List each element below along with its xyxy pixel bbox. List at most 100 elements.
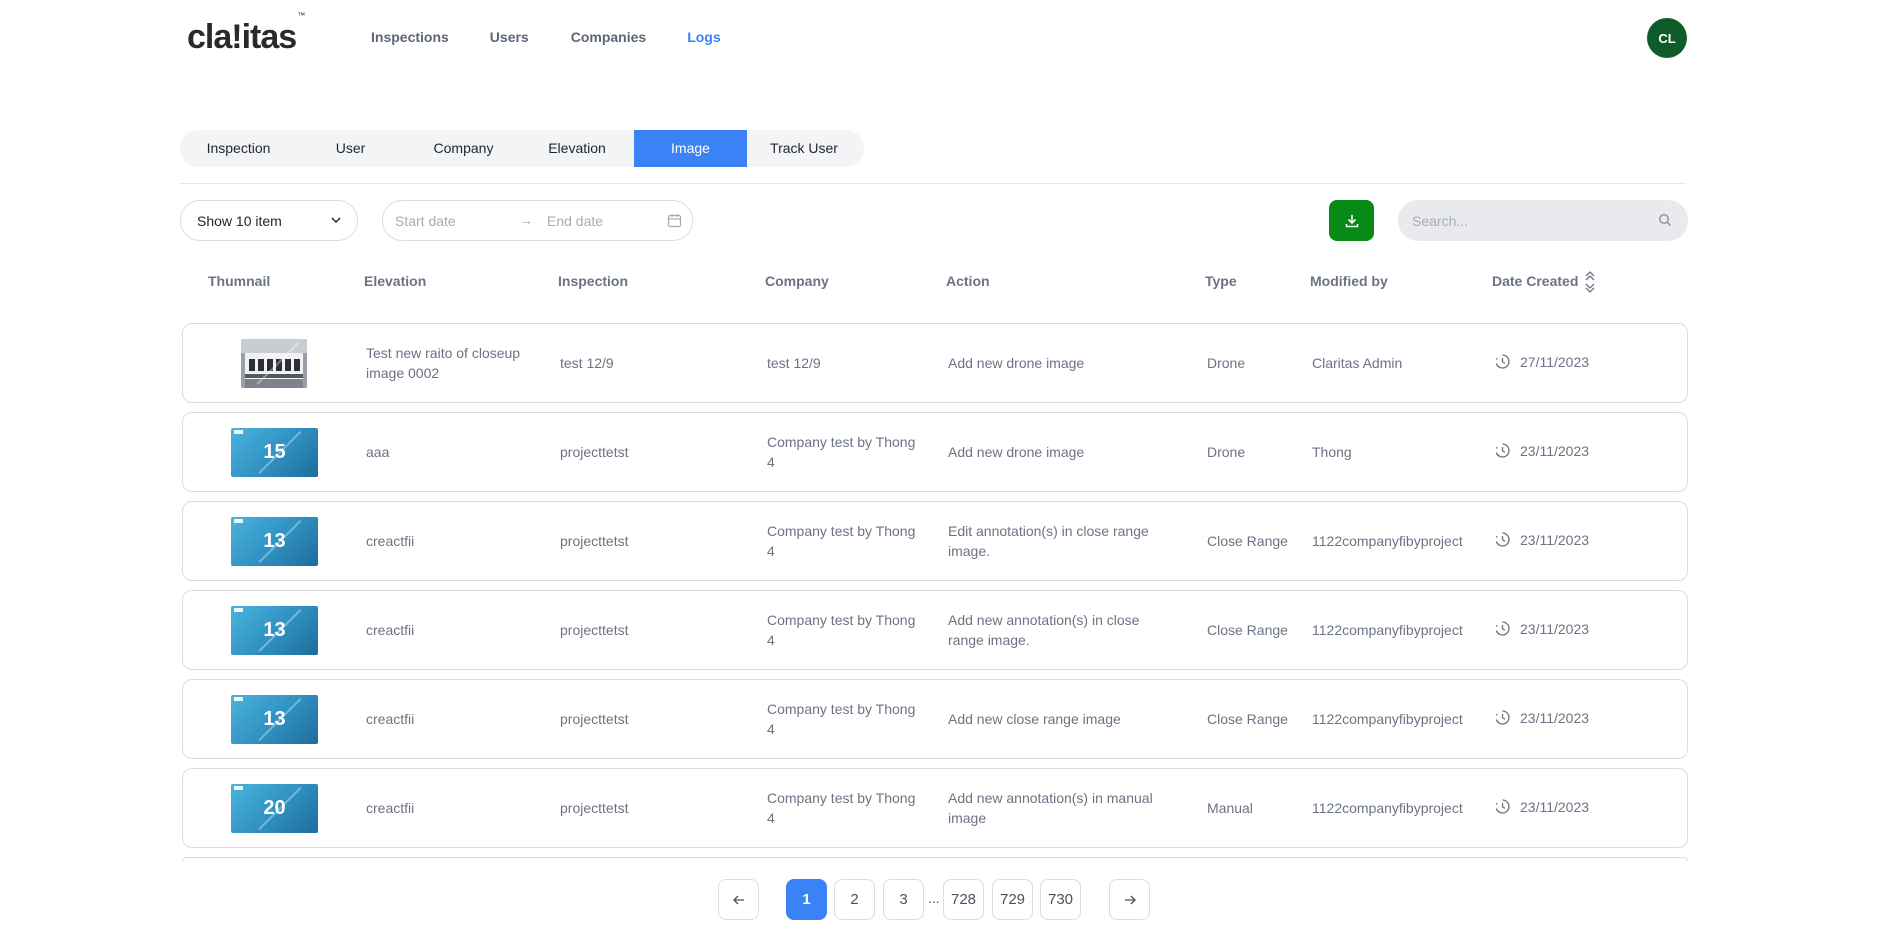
next-page-button[interactable] (1109, 879, 1150, 920)
thumbnail-image[interactable]: 13 (231, 606, 318, 655)
cell-action-line: Add new close range image (948, 711, 1121, 727)
cell-action-line: Add new drone image (948, 355, 1085, 371)
nav-logs[interactable]: Logs (687, 29, 720, 45)
page-729-button[interactable]: 729 (992, 879, 1033, 920)
cell-company-line: 4 (767, 454, 775, 470)
page-1-button[interactable]: 1 (786, 879, 827, 920)
cell-action-line: Add new annotation(s) in manual (948, 790, 1153, 806)
thumbnail-number: 13 (263, 708, 286, 730)
cell-type: Manual (1207, 800, 1253, 816)
tab-track-user[interactable]: Track User (747, 130, 861, 167)
date-value: 23/11/2023 (1520, 709, 1590, 726)
col-type: Type (1205, 273, 1237, 289)
cell-company: Company test by Thong 4 (767, 699, 915, 739)
page-size-value: Show 10 item (197, 212, 282, 229)
cell-type: Close Range (1207, 622, 1288, 638)
nav-companies[interactable]: Companies (571, 29, 646, 45)
date-value: 23/11/2023 (1520, 442, 1590, 459)
col-elevation: Elevation (364, 273, 427, 289)
cell-modified-by: 1122companyfibyproject (1312, 711, 1463, 727)
tab-user[interactable]: User (294, 130, 407, 167)
nav-users[interactable]: Users (490, 29, 529, 45)
search-input[interactable] (1412, 200, 1652, 241)
start-date-input[interactable]: Start date (395, 213, 456, 229)
table-row[interactable]: 20 creactfii projecttetst Company test by T… (182, 768, 1688, 848)
cell-company: Company test by Thong 4 (767, 432, 915, 472)
cell-elevation: creactfii (366, 620, 414, 640)
col-inspection: Inspection (558, 273, 629, 289)
cell-action: Add new drone image (948, 442, 1084, 462)
table-row-partial (182, 857, 1688, 861)
cell-inspection: projecttetst (560, 622, 629, 638)
chevron-down-icon (331, 217, 341, 224)
table-row[interactable]: 13 creactfii projecttetst Company test by T… (182, 501, 1688, 581)
thumbnail-image[interactable]: 13 (231, 517, 318, 566)
cell-action: Add new close range image (948, 709, 1121, 729)
date-value: 23/11/2023 (1520, 798, 1590, 815)
thumbnail-number: 13 (263, 619, 286, 641)
user-avatar[interactable]: CL (1647, 18, 1687, 58)
col-date-created[interactable]: Date Created (1492, 273, 1578, 289)
cell-elevation-line: creactfii (366, 622, 415, 638)
cell-company: Company test by Thong 4 (767, 788, 915, 828)
tab-elevation[interactable]: Elevation (520, 130, 634, 167)
end-date-input[interactable]: End date (547, 213, 603, 229)
cell-date-created: 23/11/2023 (1494, 531, 1589, 548)
tab-company[interactable]: Company (407, 130, 520, 167)
cell-action: Edit annotation(s) in close range image. (948, 521, 1149, 561)
cell-action: Add new annotation(s) in manual image (948, 788, 1153, 828)
cell-company-line: 4 (767, 632, 775, 648)
table-row[interactable]: Test new raito of closeup image 0002 test … (182, 323, 1688, 403)
cell-action-line: range image. (948, 632, 1030, 648)
thumbnail-number: 20 (263, 797, 286, 819)
page-3-button[interactable]: 3 (883, 879, 924, 920)
search-icon[interactable] (1658, 213, 1672, 227)
thumbnail-tag (234, 697, 243, 701)
cell-modified-by: 1122companyfibyproject (1312, 800, 1463, 816)
page-728-button[interactable]: 728 (943, 879, 984, 920)
tab-image[interactable]: Image (634, 130, 747, 167)
cell-elevation-line: creactfii (366, 533, 415, 549)
cell-company: test 12/9 (767, 353, 821, 373)
download-button[interactable] (1329, 200, 1374, 241)
cell-action-line: Add new drone image (948, 444, 1085, 460)
cell-inspection: projecttetst (560, 711, 629, 727)
thumbnail-tag (234, 608, 243, 612)
table-row[interactable]: 13 creactfii projecttetst Company test by T… (182, 679, 1688, 759)
thumbnail-image[interactable]: 20 (231, 784, 318, 833)
cell-action-line: image (948, 810, 987, 826)
sort-icon[interactable] (1584, 267, 1596, 297)
cell-elevation: creactfii (366, 531, 414, 551)
cell-elevation: creactfii (366, 798, 414, 818)
date-range-picker[interactable]: Start date → End date (382, 200, 693, 241)
cell-action-line: Edit annotation(s) in close range (948, 523, 1149, 539)
cell-company-line: 4 (767, 543, 775, 559)
cell-elevation-line: Test new raito of closeup (366, 345, 521, 361)
arrow-left-icon (732, 895, 744, 904)
thumbnail-image[interactable]: 13 (231, 695, 318, 744)
claritas-logo[interactable]: cla!itas™ (187, 11, 305, 57)
prev-page-button[interactable] (718, 879, 759, 920)
cell-elevation-line: creactfii (366, 800, 415, 816)
tab-inspection[interactable]: Inspection (183, 130, 294, 167)
cell-company-line: Company test by Thong (767, 790, 916, 806)
nav-inspections[interactable]: Inspections (371, 29, 449, 45)
table-row[interactable]: 13 creactfii projecttetst Company test by T… (182, 590, 1688, 670)
thumbnail-image[interactable]: 15 (231, 428, 318, 477)
clock-history-icon (1495, 799, 1510, 814)
page-size-select[interactable]: Show 10 item (180, 200, 358, 241)
page-730-button[interactable]: 730 (1040, 879, 1081, 920)
cell-inspection: projecttetst (560, 800, 629, 816)
page-2-button[interactable]: 2 (834, 879, 875, 920)
table-row[interactable]: 15 aaa projecttetst Company test by Thong 4 A… (182, 412, 1688, 492)
cell-modified-by: 1122companyfibyproject (1312, 622, 1463, 638)
main-nav: Inspections Users Companies Logs (371, 29, 761, 45)
cell-action: Add new drone image (948, 353, 1084, 373)
clock-history-icon (1495, 443, 1510, 458)
cell-modified-by: Thong (1312, 444, 1352, 460)
cell-inspection: test 12/9 (560, 355, 614, 371)
thumbnail-image[interactable] (241, 339, 307, 388)
arrow-right-icon (1124, 895, 1136, 904)
cell-inspection: projecttetst (560, 444, 629, 460)
top-navbar: cla!itas™ Inspections Users Companies Lo… (0, 0, 1877, 76)
